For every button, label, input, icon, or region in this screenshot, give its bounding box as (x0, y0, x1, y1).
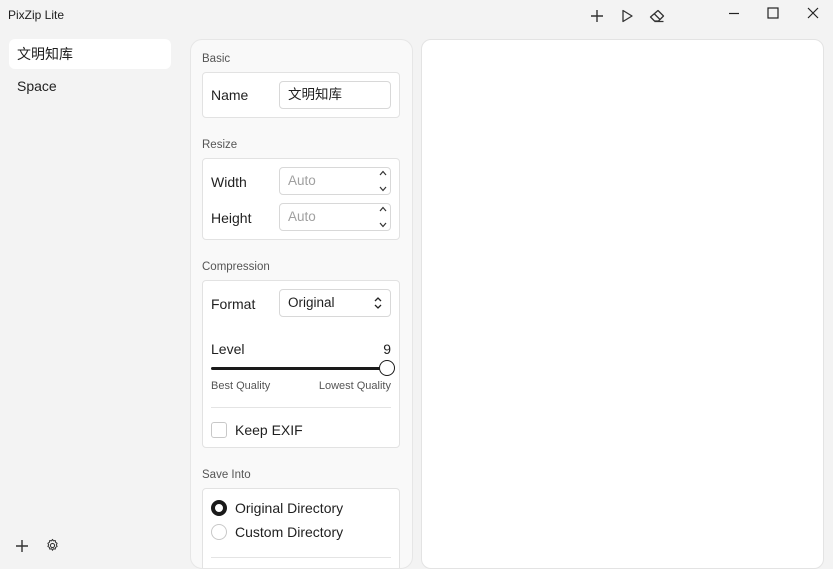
chevron-up-icon (379, 170, 387, 176)
original-directory-label: Original Directory (235, 500, 344, 516)
section-label-resize: Resize (202, 139, 238, 151)
name-label: Name (211, 87, 249, 103)
name-input[interactable]: 文明知库 (279, 81, 391, 109)
settings-panel: Basic Name 文明知库 Resize Width Auto Height… (190, 39, 413, 569)
height-input[interactable]: Auto (279, 203, 391, 231)
keep-exif-label: Keep EXIF (235, 422, 303, 438)
gear-icon (45, 538, 60, 558)
plus-icon[interactable] (587, 6, 607, 26)
radio-custom-directory[interactable] (211, 524, 227, 540)
chevron-updown-icon (374, 297, 382, 309)
keep-exif-checkbox[interactable] (211, 422, 227, 438)
section-label-compression: Compression (202, 261, 270, 273)
sidebar-item-label: 文明知库 (17, 46, 73, 62)
width-stepper[interactable] (378, 170, 388, 192)
height-stepper[interactable] (378, 206, 388, 228)
preview-area[interactable] (421, 39, 824, 569)
height-label: Height (211, 210, 252, 226)
close-icon (807, 6, 819, 24)
custom-directory-label: Custom Directory (235, 524, 344, 540)
app-title: PixZip Lite (8, 8, 65, 22)
title-bar: PixZip Lite (0, 0, 833, 32)
chevron-down-icon (379, 186, 387, 192)
sidebar-item-wenming[interactable]: 文明知库 (9, 39, 171, 69)
format-select-value: Original (288, 295, 335, 310)
section-label-basic: Basic (202, 53, 231, 65)
best-quality-note: Best Quality (211, 380, 271, 392)
basic-card: Name 文明知库 (202, 72, 400, 118)
chevron-down-icon (379, 222, 387, 228)
sidebar-item-space[interactable]: Space (9, 71, 171, 101)
maximize-icon (767, 6, 779, 24)
eraser-icon[interactable] (647, 6, 667, 26)
width-label: Width (211, 174, 247, 190)
height-input-placeholder: Auto (288, 209, 316, 224)
divider (211, 407, 391, 408)
format-label: Format (211, 296, 256, 312)
add-space-button[interactable] (13, 539, 31, 557)
radio-original-directory[interactable] (211, 500, 227, 516)
level-label: Level (211, 341, 245, 357)
name-input-value: 文明知库 (288, 87, 342, 102)
resize-card: Width Auto Height Auto (202, 158, 400, 240)
format-select[interactable]: Original (279, 289, 391, 317)
level-slider-track[interactable] (211, 367, 387, 370)
minimize-button[interactable] (714, 0, 754, 30)
divider (211, 557, 391, 558)
level-slider-thumb[interactable] (379, 360, 395, 376)
chevron-up-icon (379, 206, 387, 212)
compression-card: Format Original Level 9 Best Quality Low… (202, 280, 400, 448)
close-button[interactable] (793, 0, 833, 30)
width-input[interactable]: Auto (279, 167, 391, 195)
play-icon[interactable] (617, 6, 637, 26)
section-label-save-into: Save Into (202, 469, 251, 481)
sidebar-item-label: Space (17, 78, 57, 94)
plus-icon (15, 539, 29, 558)
settings-button[interactable] (43, 538, 61, 558)
save-into-card: Original Directory Custom Directory (202, 488, 400, 568)
maximize-button[interactable] (753, 0, 793, 30)
minimize-icon (728, 6, 740, 24)
level-value: 9 (383, 341, 391, 357)
width-input-placeholder: Auto (288, 173, 316, 188)
lowest-quality-note: Lowest Quality (318, 380, 391, 392)
